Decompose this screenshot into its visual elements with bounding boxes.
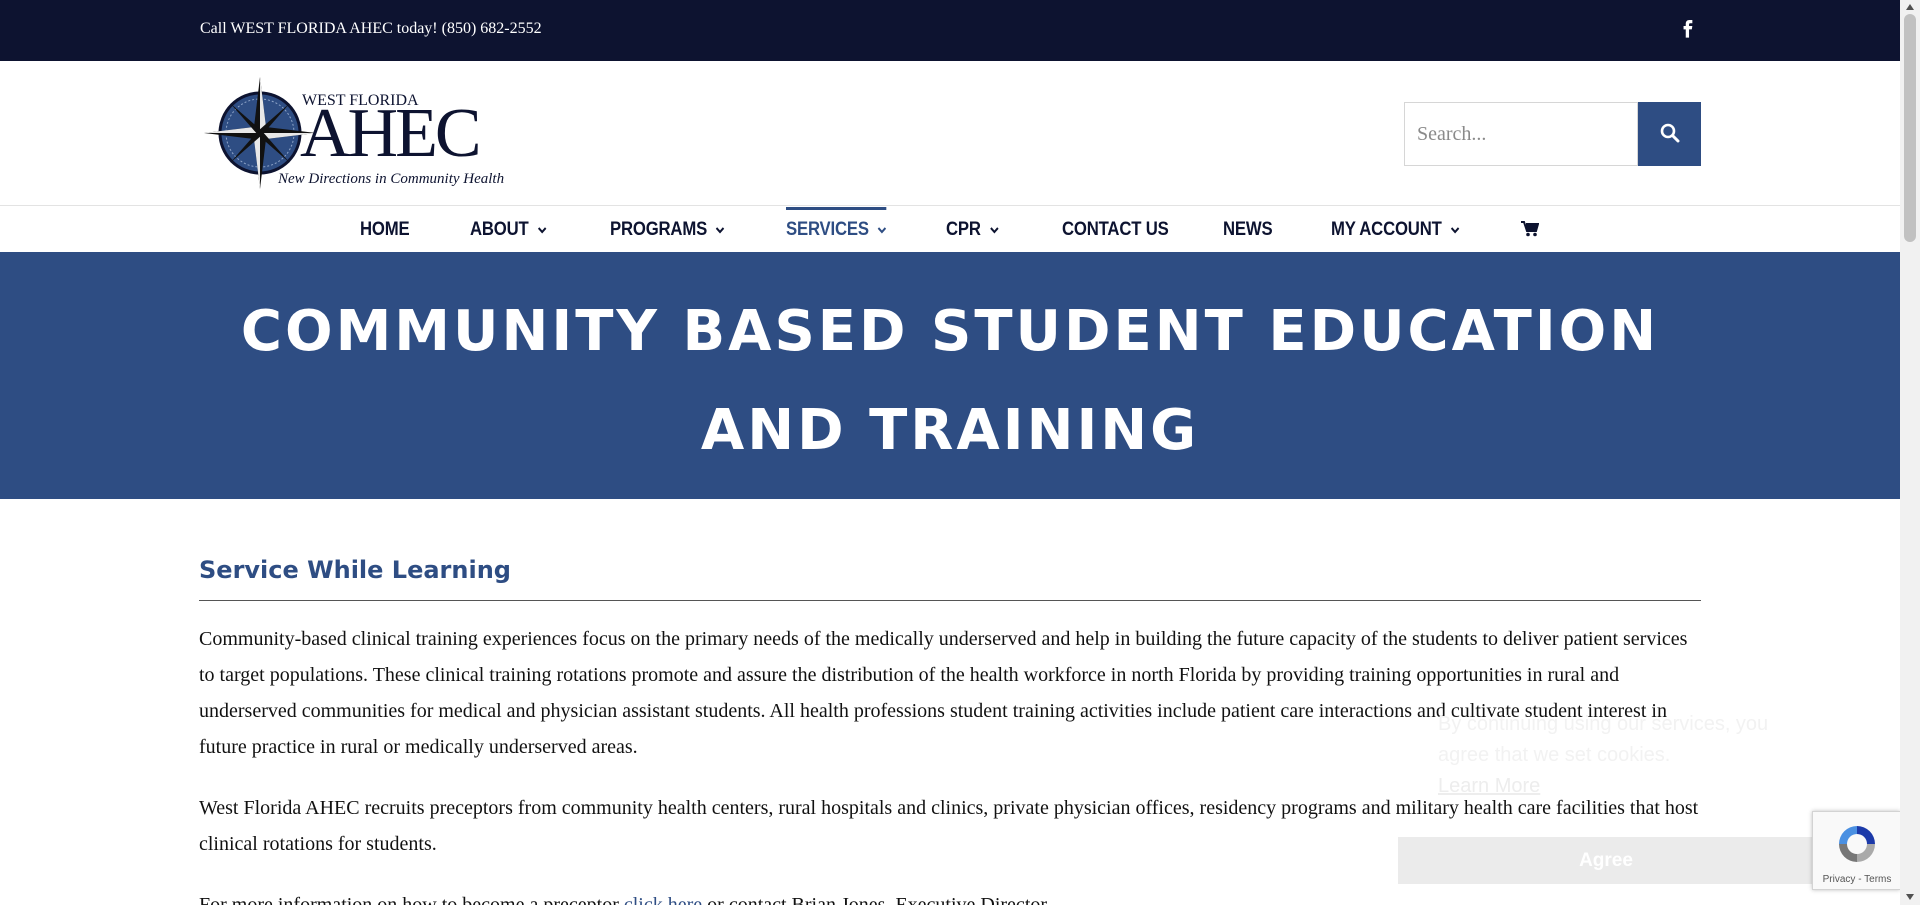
recaptcha-icon xyxy=(1839,826,1875,862)
logo-big-text: AHEC xyxy=(300,95,482,172)
recaptcha-badge[interactable]: Privacy - Terms xyxy=(1812,811,1900,890)
nav-item-label: HOME xyxy=(360,219,410,240)
cookie-notice: By continuing using our services, you ag… xyxy=(1398,685,1814,885)
chevron-down-icon xyxy=(537,227,546,234)
scrollbar-thumb[interactable] xyxy=(1904,14,1916,242)
nav-item-label: MY ACCOUNT xyxy=(1331,219,1442,240)
nav-item-label: ABOUT xyxy=(470,219,529,240)
nav-item-services[interactable]: SERVICES xyxy=(786,207,887,252)
chevron-down-icon xyxy=(1450,227,1460,234)
nav-item-programs[interactable]: PROGRAMS xyxy=(610,207,725,252)
cookie-message: By continuing using our services, you ag… xyxy=(1438,713,1769,766)
page-title: COMMUNITY BASED STUDENT EDUCATION AND TR… xyxy=(240,299,1660,463)
scroll-up-arrow-icon[interactable] xyxy=(1905,2,1915,12)
top-bar: Call WEST FLORIDA AHEC today! (850) 682-… xyxy=(0,0,1900,61)
nav-item-about[interactable]: ABOUT xyxy=(470,207,546,252)
paragraph-text: For more information on how to become a … xyxy=(199,894,624,905)
agree-button[interactable]: Agree xyxy=(1398,837,1814,884)
page-hero: COMMUNITY BASED STUDENT EDUCATION AND TR… xyxy=(0,252,1900,499)
search-form xyxy=(1404,102,1701,166)
page-scrollbar[interactable] xyxy=(1900,0,1920,905)
chevron-down-icon xyxy=(877,227,887,234)
nav-item-cpr[interactable]: CPR xyxy=(946,207,999,252)
section-heading: Service While Learning xyxy=(199,556,1701,601)
search-button[interactable] xyxy=(1638,102,1701,166)
learn-more-link[interactable]: Learn More xyxy=(1438,775,1540,797)
nav-item-label: PROGRAMS xyxy=(610,219,708,240)
nav-item-label: NEWS xyxy=(1223,219,1273,240)
preceptor-link[interactable]: click here xyxy=(624,894,702,905)
search-icon xyxy=(1660,123,1679,142)
site-logo[interactable]: WEST FLORIDA AHEC New Directions in Comm… xyxy=(200,75,520,195)
recaptcha-terms[interactable]: Privacy - Terms xyxy=(1813,874,1901,885)
chevron-down-icon xyxy=(716,227,725,234)
chevron-down-icon xyxy=(989,227,999,234)
nav-item-news[interactable]: NEWS xyxy=(1223,207,1273,252)
facebook-icon[interactable] xyxy=(1680,14,1700,46)
shopping-cart-icon[interactable] xyxy=(1521,221,1539,237)
logo-tagline: New Directions in Community Health xyxy=(278,171,505,187)
paragraph-text: or contact Brian Jones, Executive Direct… xyxy=(702,894,1051,905)
nav-item-label: SERVICES xyxy=(786,219,869,240)
nav-item-label: CPR xyxy=(946,219,981,240)
search-input[interactable] xyxy=(1404,102,1638,166)
site-header: WEST FLORIDA AHEC New Directions in Comm… xyxy=(0,61,1900,206)
nav-item-home[interactable]: HOME xyxy=(360,207,410,252)
content-paragraph: For more information on how to become a … xyxy=(199,887,1701,905)
cookie-text: By continuing using our services, you ag… xyxy=(1438,709,1798,802)
main-nav: HOME ABOUT PROGRAMS SERVICES CPR CONTACT… xyxy=(0,207,1900,252)
phone-text: Call WEST FLORIDA AHEC today! (850) 682-… xyxy=(200,20,542,37)
nav-item-label: CONTACT US xyxy=(1062,219,1169,240)
nav-item-contact-us[interactable]: CONTACT US xyxy=(1062,207,1169,252)
nav-item-my-account[interactable]: MY ACCOUNT xyxy=(1331,207,1460,252)
scroll-down-arrow-icon[interactable] xyxy=(1905,892,1915,902)
